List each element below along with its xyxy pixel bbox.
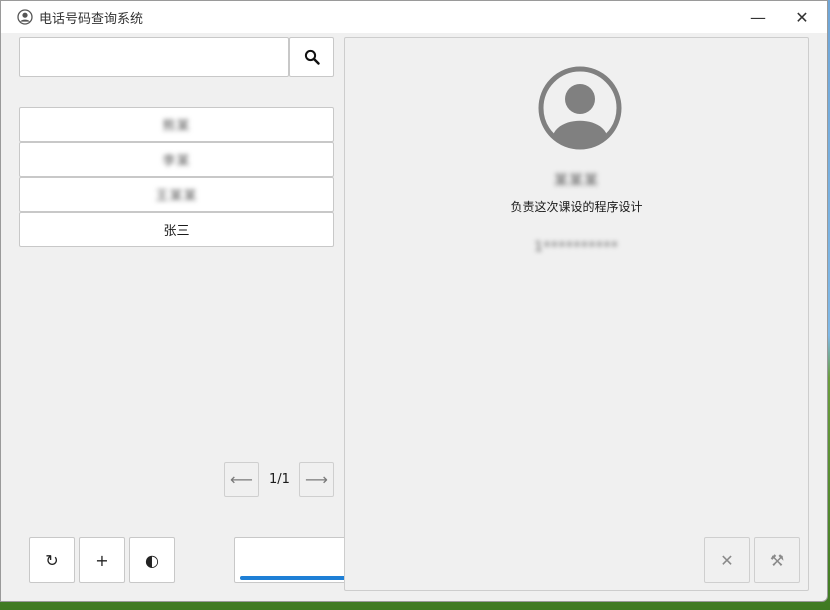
close-button[interactable]: ✕ xyxy=(782,5,822,29)
previous-page-button[interactable]: ⟵ xyxy=(224,462,259,497)
arrow-left-icon: ⟵ xyxy=(230,470,253,489)
contact-item[interactable]: 张三 xyxy=(19,212,334,247)
user-circle-icon xyxy=(17,9,33,25)
contact-item[interactable]: 熊某 xyxy=(19,107,334,142)
tools-icon: ⚒ xyxy=(769,550,785,570)
theme-toggle-button[interactable]: ◐ xyxy=(129,537,175,583)
page-indicator: 1/1 xyxy=(269,472,290,487)
contrast-icon: ◐ xyxy=(145,550,159,570)
edit-button[interactable]: ⚒ xyxy=(754,537,800,583)
search-icon xyxy=(304,49,320,65)
arrow-right-icon: ⟶ xyxy=(305,470,328,489)
contact-name: 张三 xyxy=(163,224,190,239)
contact-name: 熊某 xyxy=(162,119,191,134)
avatar-icon xyxy=(538,66,622,150)
contact-name: 李某 xyxy=(162,154,191,169)
search-button[interactable] xyxy=(289,37,334,77)
add-contact-button[interactable]: + xyxy=(79,537,125,583)
detail-phone: 1********** xyxy=(534,240,619,255)
app-window: 电话号码查询系统 — ✕ 熊某 李某 王某某 张三 ⟵ 1/1 ⟶ ↻ + ◐ … xyxy=(0,0,828,602)
title-bar: 电话号码查询系统 — ✕ xyxy=(1,1,827,33)
minimize-icon: — xyxy=(750,7,766,27)
close-icon: ✕ xyxy=(720,550,734,570)
close-icon: ✕ xyxy=(795,7,809,27)
delete-button[interactable]: ✕ xyxy=(704,537,750,583)
detail-name: 某某某 xyxy=(554,173,599,189)
search-input[interactable] xyxy=(19,37,289,77)
refresh-button[interactable]: ↻ xyxy=(29,537,75,583)
contact-item[interactable]: 李某 xyxy=(19,142,334,177)
minimize-button[interactable]: — xyxy=(738,5,778,29)
refresh-icon: ↻ xyxy=(45,550,59,570)
plus-icon: + xyxy=(95,550,109,570)
contact-item[interactable]: 王某某 xyxy=(19,177,334,212)
contact-detail-panel: 某某某 负责这次课设的程序设计 1********** xyxy=(344,37,809,591)
next-page-button[interactable]: ⟶ xyxy=(299,462,334,497)
detail-description: 负责这次课设的程序设计 xyxy=(510,200,643,214)
contact-name: 王某某 xyxy=(155,189,198,204)
window-title: 电话号码查询系统 xyxy=(39,11,144,27)
contact-list: 熊某 李某 王某某 张三 xyxy=(19,107,334,247)
